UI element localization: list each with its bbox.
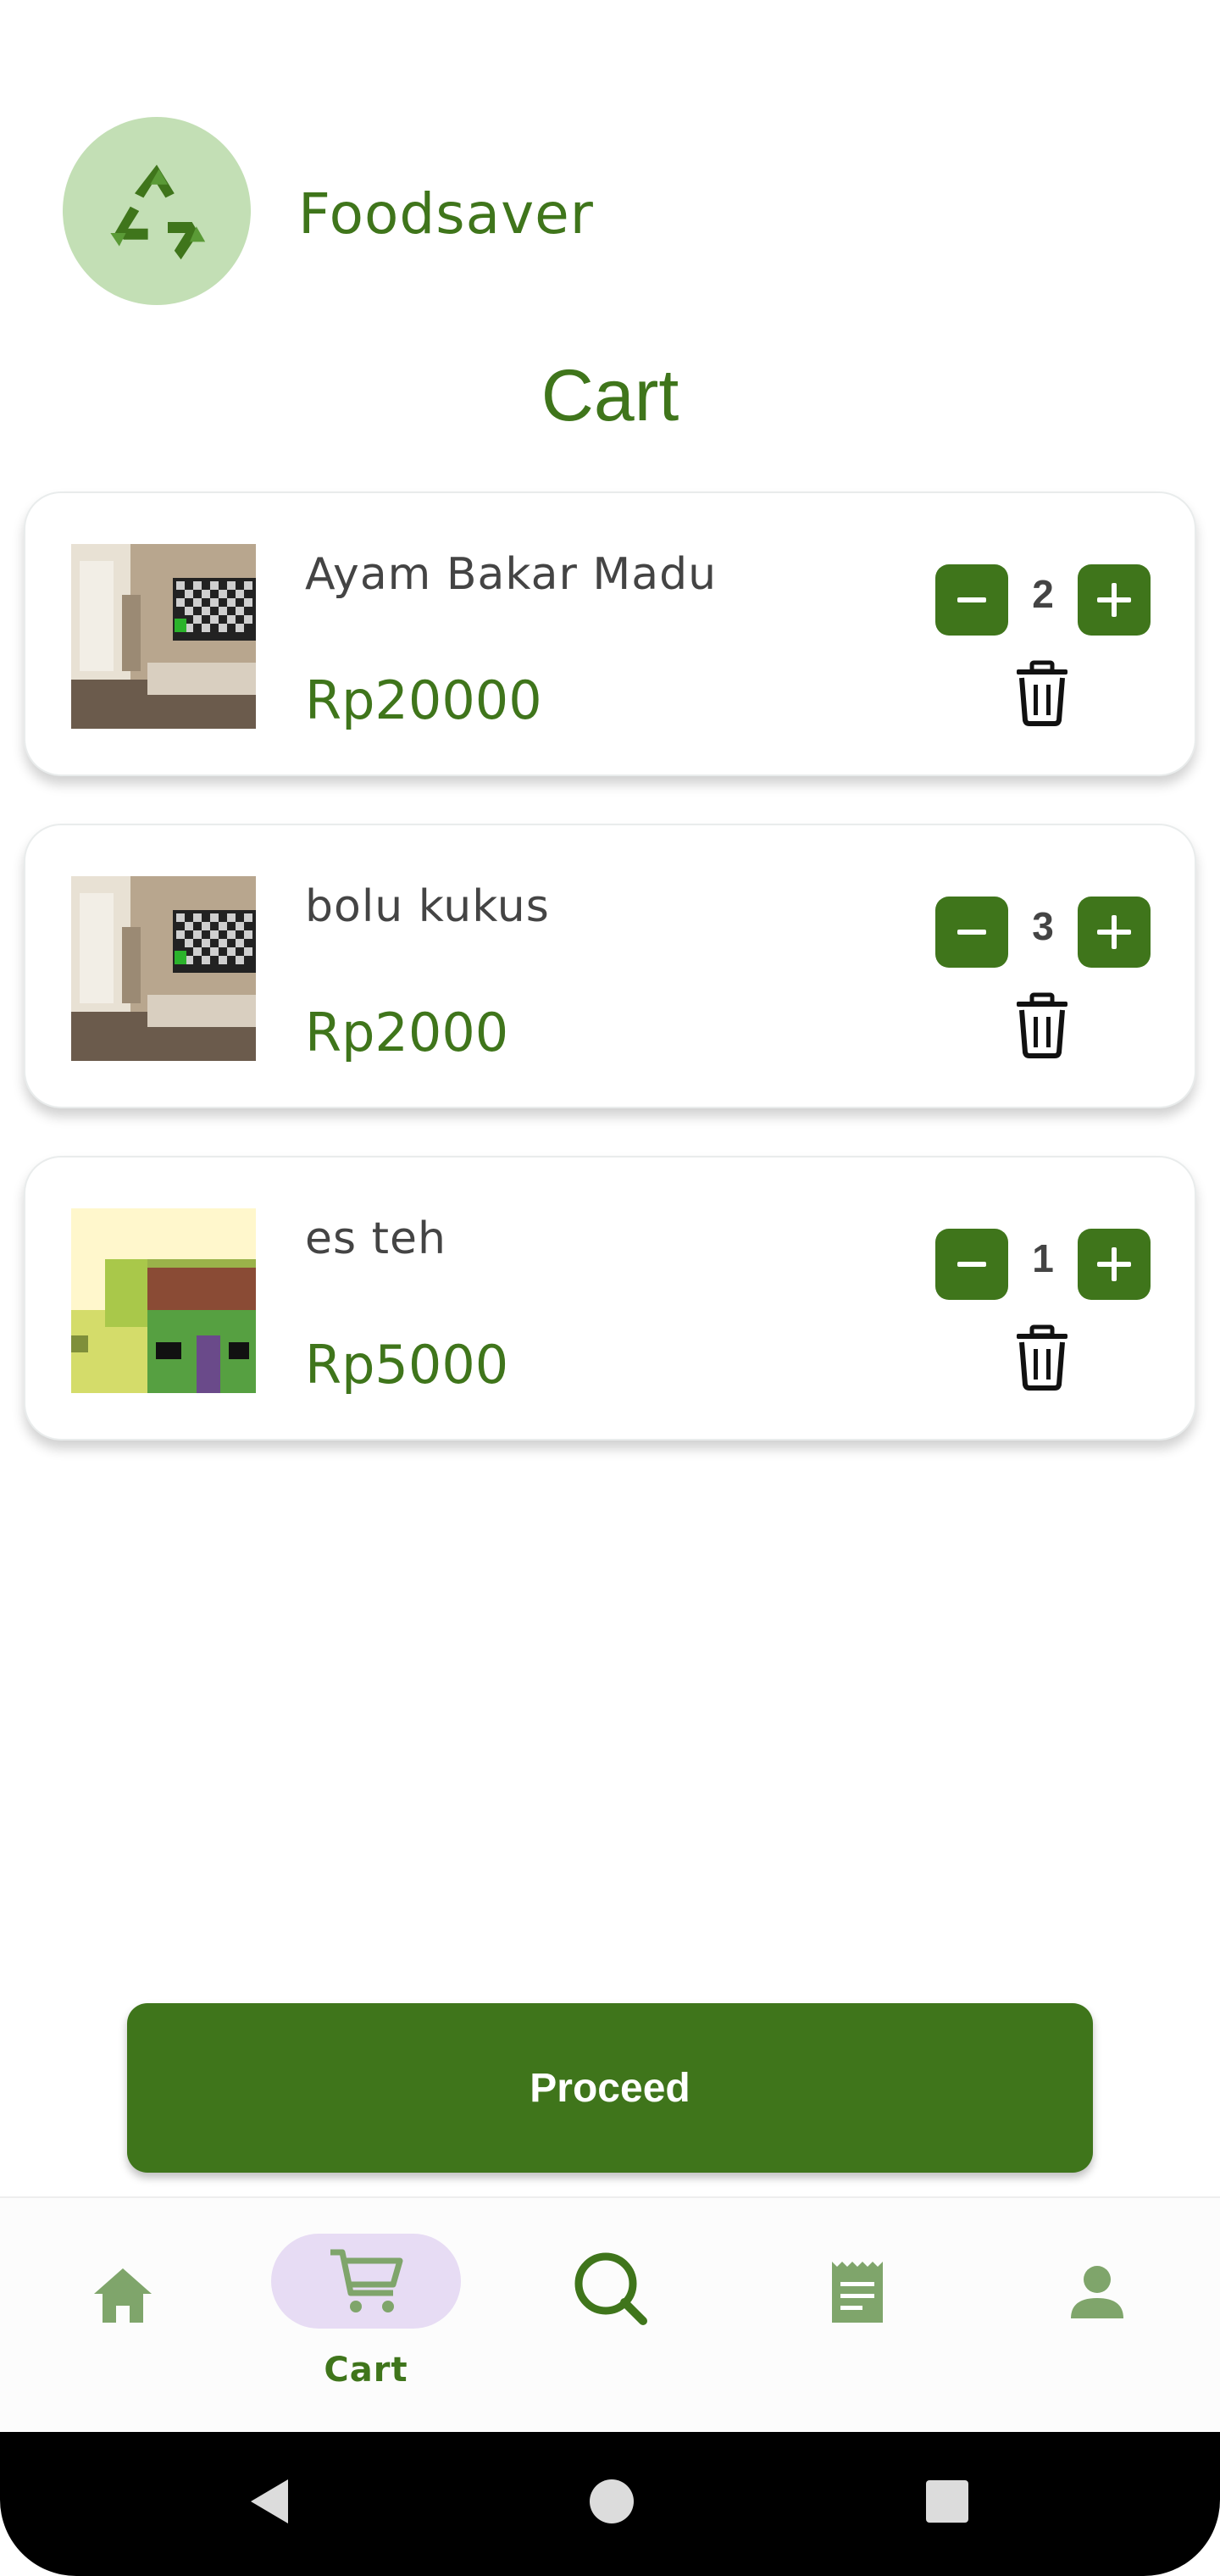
nav-item-profile[interactable] [1051,2246,1144,2339]
app-logo [63,117,251,305]
bottom-navigation: Cart [0,2196,1220,2432]
nav-item-cart-label: Cart [324,2351,408,2390]
item-quantity: 3 [1032,904,1054,948]
system-back-button[interactable] [241,2471,302,2532]
cart-item-card: bolu kukus Rp2000 3 [24,824,1196,1108]
minus-icon [957,930,986,935]
item-name: es teh [305,1213,446,1264]
item-quantity: 1 [1032,1236,1054,1280]
page-title: Cart [541,355,679,436]
system-home-button[interactable] [581,2471,642,2532]
item-price: Rp5000 [305,1334,509,1396]
increase-quantity-button[interactable] [1078,897,1151,968]
trash-icon [1017,992,1068,1058]
receipt-icon [832,2262,883,2323]
trash-icon [1017,1324,1068,1391]
product-image [71,1208,256,1393]
recycle-icon [110,164,206,260]
app-brand-name: Foodsaver [298,181,594,247]
home-icon [94,2268,152,2323]
plus-icon [1097,583,1131,617]
decrease-quantity-button[interactable] [935,1229,1008,1300]
delete-item-button[interactable] [1008,1324,1076,1391]
trash-icon [1017,660,1068,726]
cart-item-card: Ayam Bakar Madu Rp20000 2 [24,491,1196,776]
plus-icon [1097,1247,1131,1281]
item-price: Rp20000 [305,669,542,731]
item-name: bolu kukus [305,881,550,932]
back-triangle-icon [251,2479,288,2523]
minus-icon [957,1262,986,1267]
product-image [71,876,256,1061]
recents-square-icon [926,2480,968,2523]
item-price: Rp2000 [305,1002,509,1063]
plus-icon [1097,915,1131,949]
nav-item-home[interactable] [76,2249,169,2342]
item-quantity: 2 [1032,572,1054,616]
product-image [71,544,256,729]
cart-icon [330,2249,403,2312]
proceed-button[interactable]: Proceed [127,2003,1093,2173]
delete-item-button[interactable] [1008,659,1076,727]
person-icon [1071,2266,1123,2318]
cart-item-card: es teh Rp5000 1 [24,1156,1196,1441]
nav-item-cart-icon-wrap [322,2242,410,2320]
minus-icon [957,597,986,602]
home-circle-icon [590,2479,634,2523]
decrease-quantity-button[interactable] [935,897,1008,968]
item-name: Ayam Bakar Madu [305,549,718,600]
nav-item-search[interactable] [564,2242,657,2335]
search-icon [574,2252,647,2325]
delete-item-button[interactable] [1008,991,1076,1059]
increase-quantity-button[interactable] [1078,1229,1151,1300]
system-recents-button[interactable] [917,2471,978,2532]
decrease-quantity-button[interactable] [935,564,1008,636]
nav-item-orders[interactable] [810,2246,903,2339]
system-navigation-bar [0,2432,1220,2576]
increase-quantity-button[interactable] [1078,564,1151,636]
